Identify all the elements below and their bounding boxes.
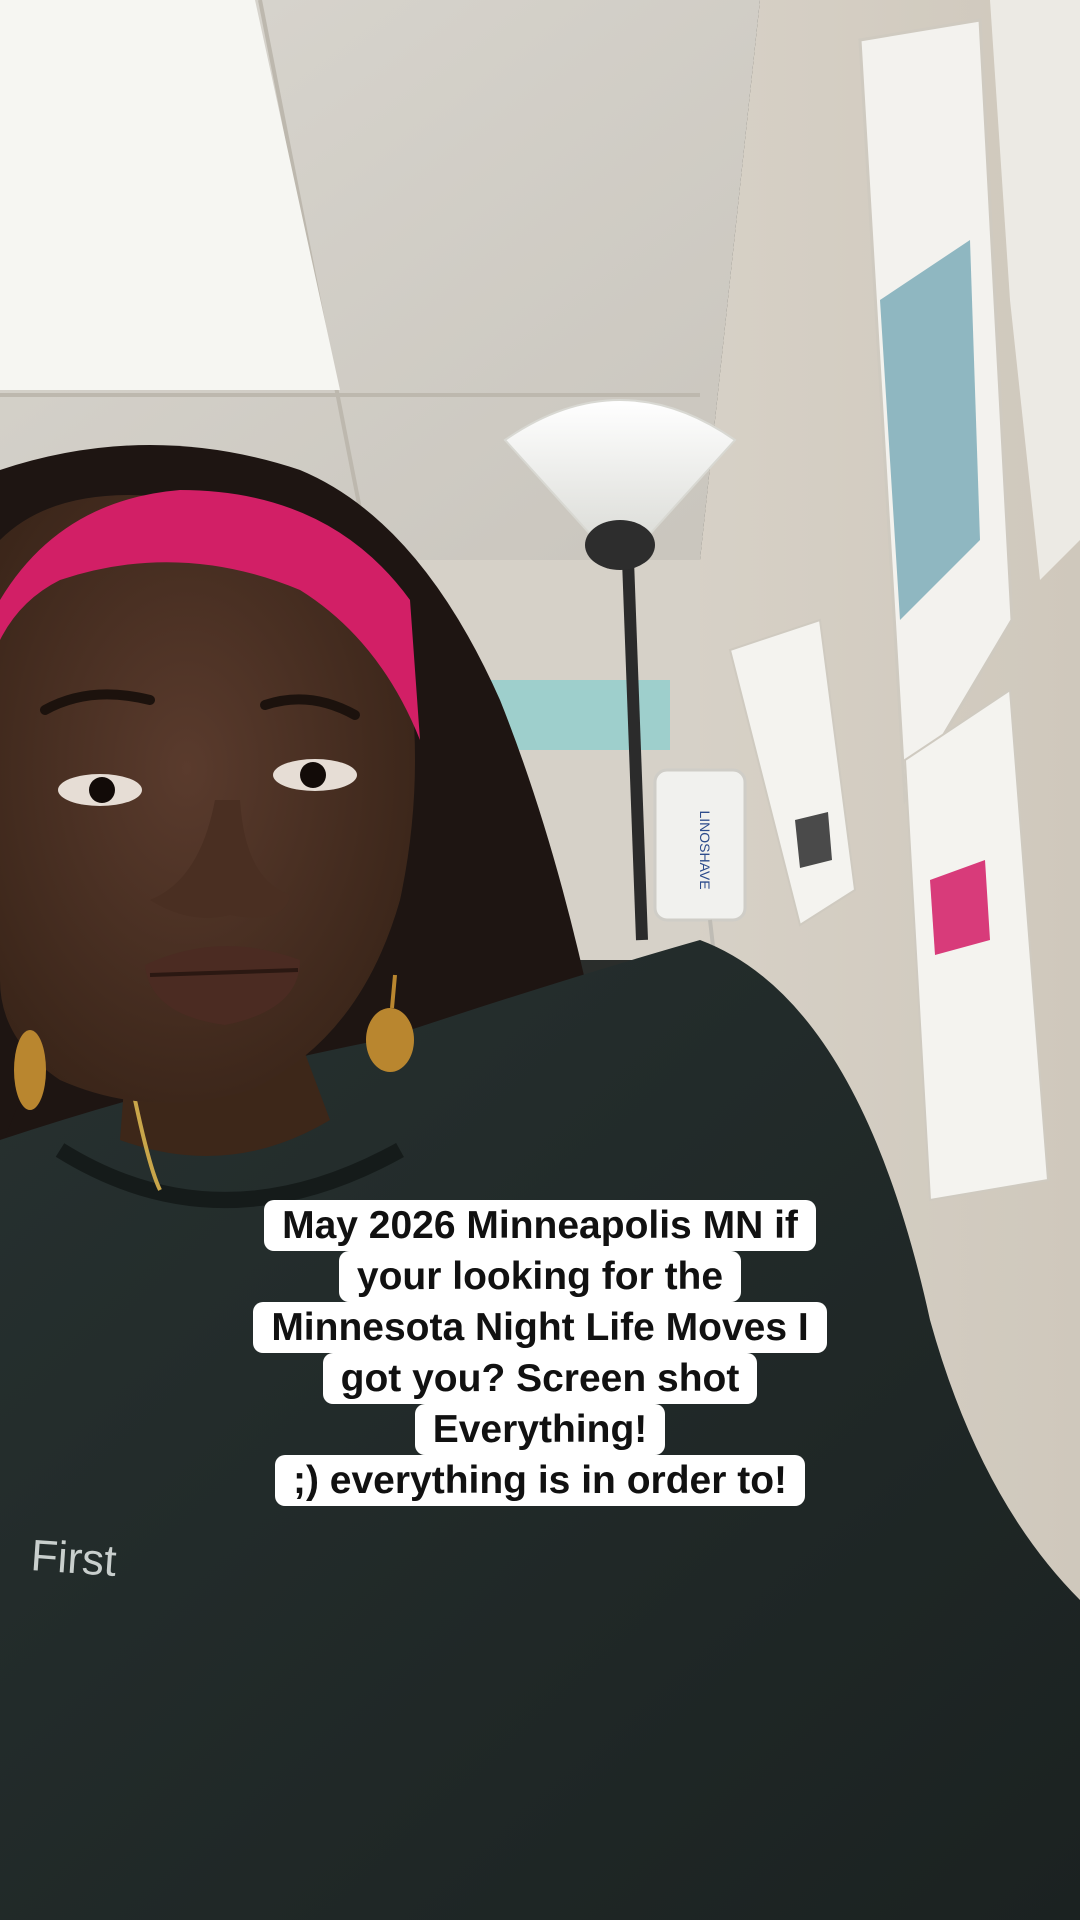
- lamp-socket: [585, 520, 655, 570]
- caption-line-5: Everything!: [414, 1404, 666, 1455]
- right-earring: [366, 1008, 414, 1072]
- caption-line-3: Minnesota Night Life Moves I: [253, 1302, 827, 1353]
- sweatshirt-text: First: [29, 1531, 118, 1586]
- caption-line-2: your looking for the: [338, 1251, 742, 1302]
- left-earring: [14, 1030, 46, 1110]
- caption-line-6: ;) everything is in order to!: [274, 1455, 806, 1506]
- caption-line-1: May 2026 Minneapolis MN if: [264, 1200, 816, 1251]
- caption-line-4: got you? Screen shot: [322, 1353, 758, 1404]
- video-frame: LINOSHAVE First May 2026 Minneapolis MN …: [0, 0, 1080, 1920]
- left-pupil: [89, 777, 115, 803]
- wall-device-label: LINOSHAVE: [697, 810, 713, 889]
- caption-overlay: May 2026 Minneapolis MN if your looking …: [0, 1200, 1080, 1506]
- selfie-photo: LINOSHAVE First: [0, 0, 1080, 1920]
- right-pupil: [300, 762, 326, 788]
- wall-flyer-qr: [795, 812, 832, 868]
